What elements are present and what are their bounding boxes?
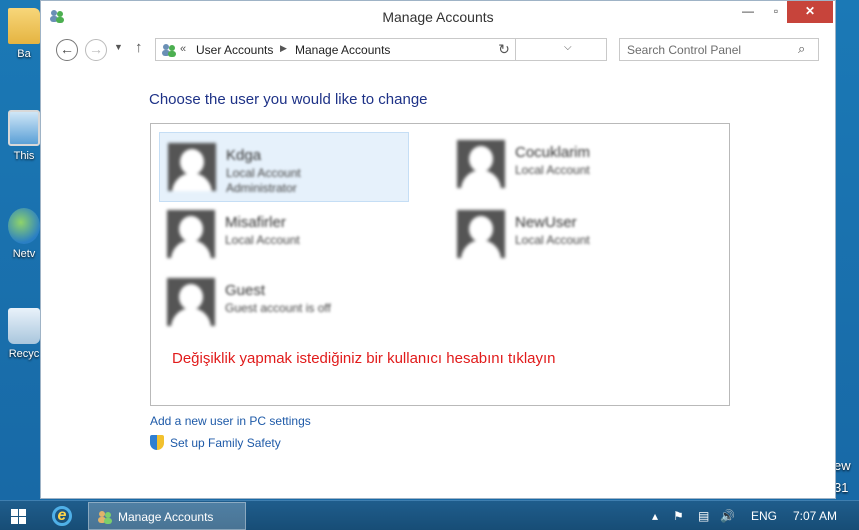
minimize-button[interactable]: — [734, 1, 762, 23]
taskbar-item-label: Manage Accounts [118, 510, 214, 524]
user-avatar-icon [457, 210, 505, 258]
desktop-watermark-text: ew [834, 458, 851, 473]
user-accounts-icon [162, 44, 176, 57]
search-input[interactable]: Search Control Panel ⌕ [619, 38, 819, 61]
manage-accounts-window: Manage Accounts — ▫ ✕ ← → ▼ ↑ « User Acc… [40, 0, 836, 499]
desktop-icon-label: Netv [12, 248, 36, 260]
desktop-icon-network[interactable]: Netv [4, 208, 44, 260]
user-account-type: Local Account [515, 233, 590, 247]
windows-logo-icon [19, 517, 26, 524]
instruction-text: Değişiklik yapmak istediğiniz bir kullan… [172, 350, 556, 367]
address-overflow-icon[interactable]: « [180, 43, 186, 55]
start-button[interactable] [11, 509, 26, 524]
desktop-icon-label: Ba [17, 48, 31, 60]
user-name: Cocuklarim [515, 144, 591, 161]
user-name: Guest [225, 282, 266, 299]
user-list: Kdga Local Account Administrator Cocukla… [150, 123, 730, 406]
computer-icon [8, 110, 40, 146]
windows-logo-icon [11, 517, 18, 524]
input-language-indicator[interactable]: ENG [751, 509, 777, 523]
navigation-bar: ← → ▼ ↑ « User Accounts ▶ Manage Account… [41, 38, 835, 64]
network-icon [8, 208, 40, 244]
family-safety-label: Set up Family Safety [170, 436, 281, 450]
windows-logo-icon [19, 509, 26, 516]
window-title: Manage Accounts [382, 9, 494, 25]
internet-explorer-icon[interactable]: e [52, 506, 72, 526]
user-tile[interactable]: Misafirler Local Account [159, 200, 409, 270]
desktop-watermark-text: 31 [834, 480, 849, 495]
user-tile[interactable]: Guest Guest account is off [159, 268, 409, 338]
taskbar-item-manage-accounts[interactable]: Manage Accounts [88, 502, 246, 530]
user-tile[interactable]: Cocuklarim Local Account [449, 130, 699, 200]
action-center-flag-icon[interactable]: ⚑ [673, 509, 684, 523]
breadcrumb-separator-icon[interactable]: ▶ [280, 43, 287, 54]
volume-icon[interactable]: 🔊 [720, 509, 735, 523]
user-name: Misafirler [225, 214, 286, 231]
maximize-button[interactable]: ▫ [762, 1, 790, 23]
forward-button[interactable]: → [85, 39, 107, 61]
folder-icon [8, 8, 40, 44]
task-links: Add a new user in PC settings Set up Fam… [150, 413, 311, 457]
desktop-icon-folder[interactable]: Ba [4, 8, 44, 60]
user-account-role: Administrator [226, 181, 297, 195]
title-bar[interactable]: Manage Accounts — ▫ ✕ [41, 1, 835, 33]
user-avatar-icon [167, 278, 215, 326]
desktop-icon-label: Recyc [8, 348, 40, 360]
user-account-type: Local Account [226, 166, 301, 180]
recycle-bin-icon [8, 308, 40, 344]
address-dropdown-icon[interactable]: ⌵ [564, 42, 572, 53]
breadcrumb-manage-accounts[interactable]: Manage Accounts [295, 43, 390, 57]
user-name: Kdga [226, 147, 262, 164]
family-safety-link[interactable]: Set up Family Safety [150, 435, 311, 457]
refresh-button[interactable]: ↻ [493, 38, 516, 61]
user-account-type: Guest account is off [225, 301, 331, 315]
user-tile[interactable]: NewUser Local Account [449, 200, 699, 270]
close-button[interactable]: ✕ [787, 1, 833, 23]
user-tile[interactable]: Kdga Local Account Administrator [159, 132, 409, 202]
network-status-icon[interactable]: ▤ [698, 509, 709, 523]
shield-icon [150, 435, 164, 450]
add-user-link[interactable]: Add a new user in PC settings [150, 413, 311, 435]
taskbar: e Manage Accounts ▴ ⚑ ▤ 🔊 ENG 7:07 AM [0, 500, 859, 530]
user-accounts-icon [98, 511, 112, 524]
search-icon[interactable]: ⌕ [798, 41, 805, 57]
desktop-icon-label: This [13, 150, 35, 162]
show-hidden-icons-icon[interactable]: ▴ [652, 509, 658, 523]
up-button[interactable]: ↑ [135, 39, 143, 56]
user-avatar-icon [168, 143, 216, 191]
page-heading: Choose the user you would like to change [149, 91, 428, 108]
user-avatar-icon [167, 210, 215, 258]
user-avatar-icon [457, 140, 505, 188]
back-button[interactable]: ← [56, 39, 78, 61]
user-name: NewUser [515, 214, 577, 231]
user-account-type: Local Account [515, 163, 590, 177]
desktop-icon-this-pc[interactable]: This [4, 110, 44, 162]
recent-locations-dropdown[interactable]: ▼ [114, 42, 123, 52]
search-placeholder: Search Control Panel [627, 43, 742, 57]
windows-logo-icon [11, 509, 18, 516]
main-content: Choose the user you would like to change [149, 91, 749, 108]
breadcrumb-user-accounts[interactable]: User Accounts [196, 43, 273, 57]
user-account-type: Local Account [225, 233, 300, 247]
desktop-icon-recycle-bin[interactable]: Recyc [4, 308, 44, 360]
clock[interactable]: 7:07 AM [793, 509, 837, 523]
address-bar[interactable]: « User Accounts ▶ Manage Accounts ⌵ [155, 38, 607, 61]
